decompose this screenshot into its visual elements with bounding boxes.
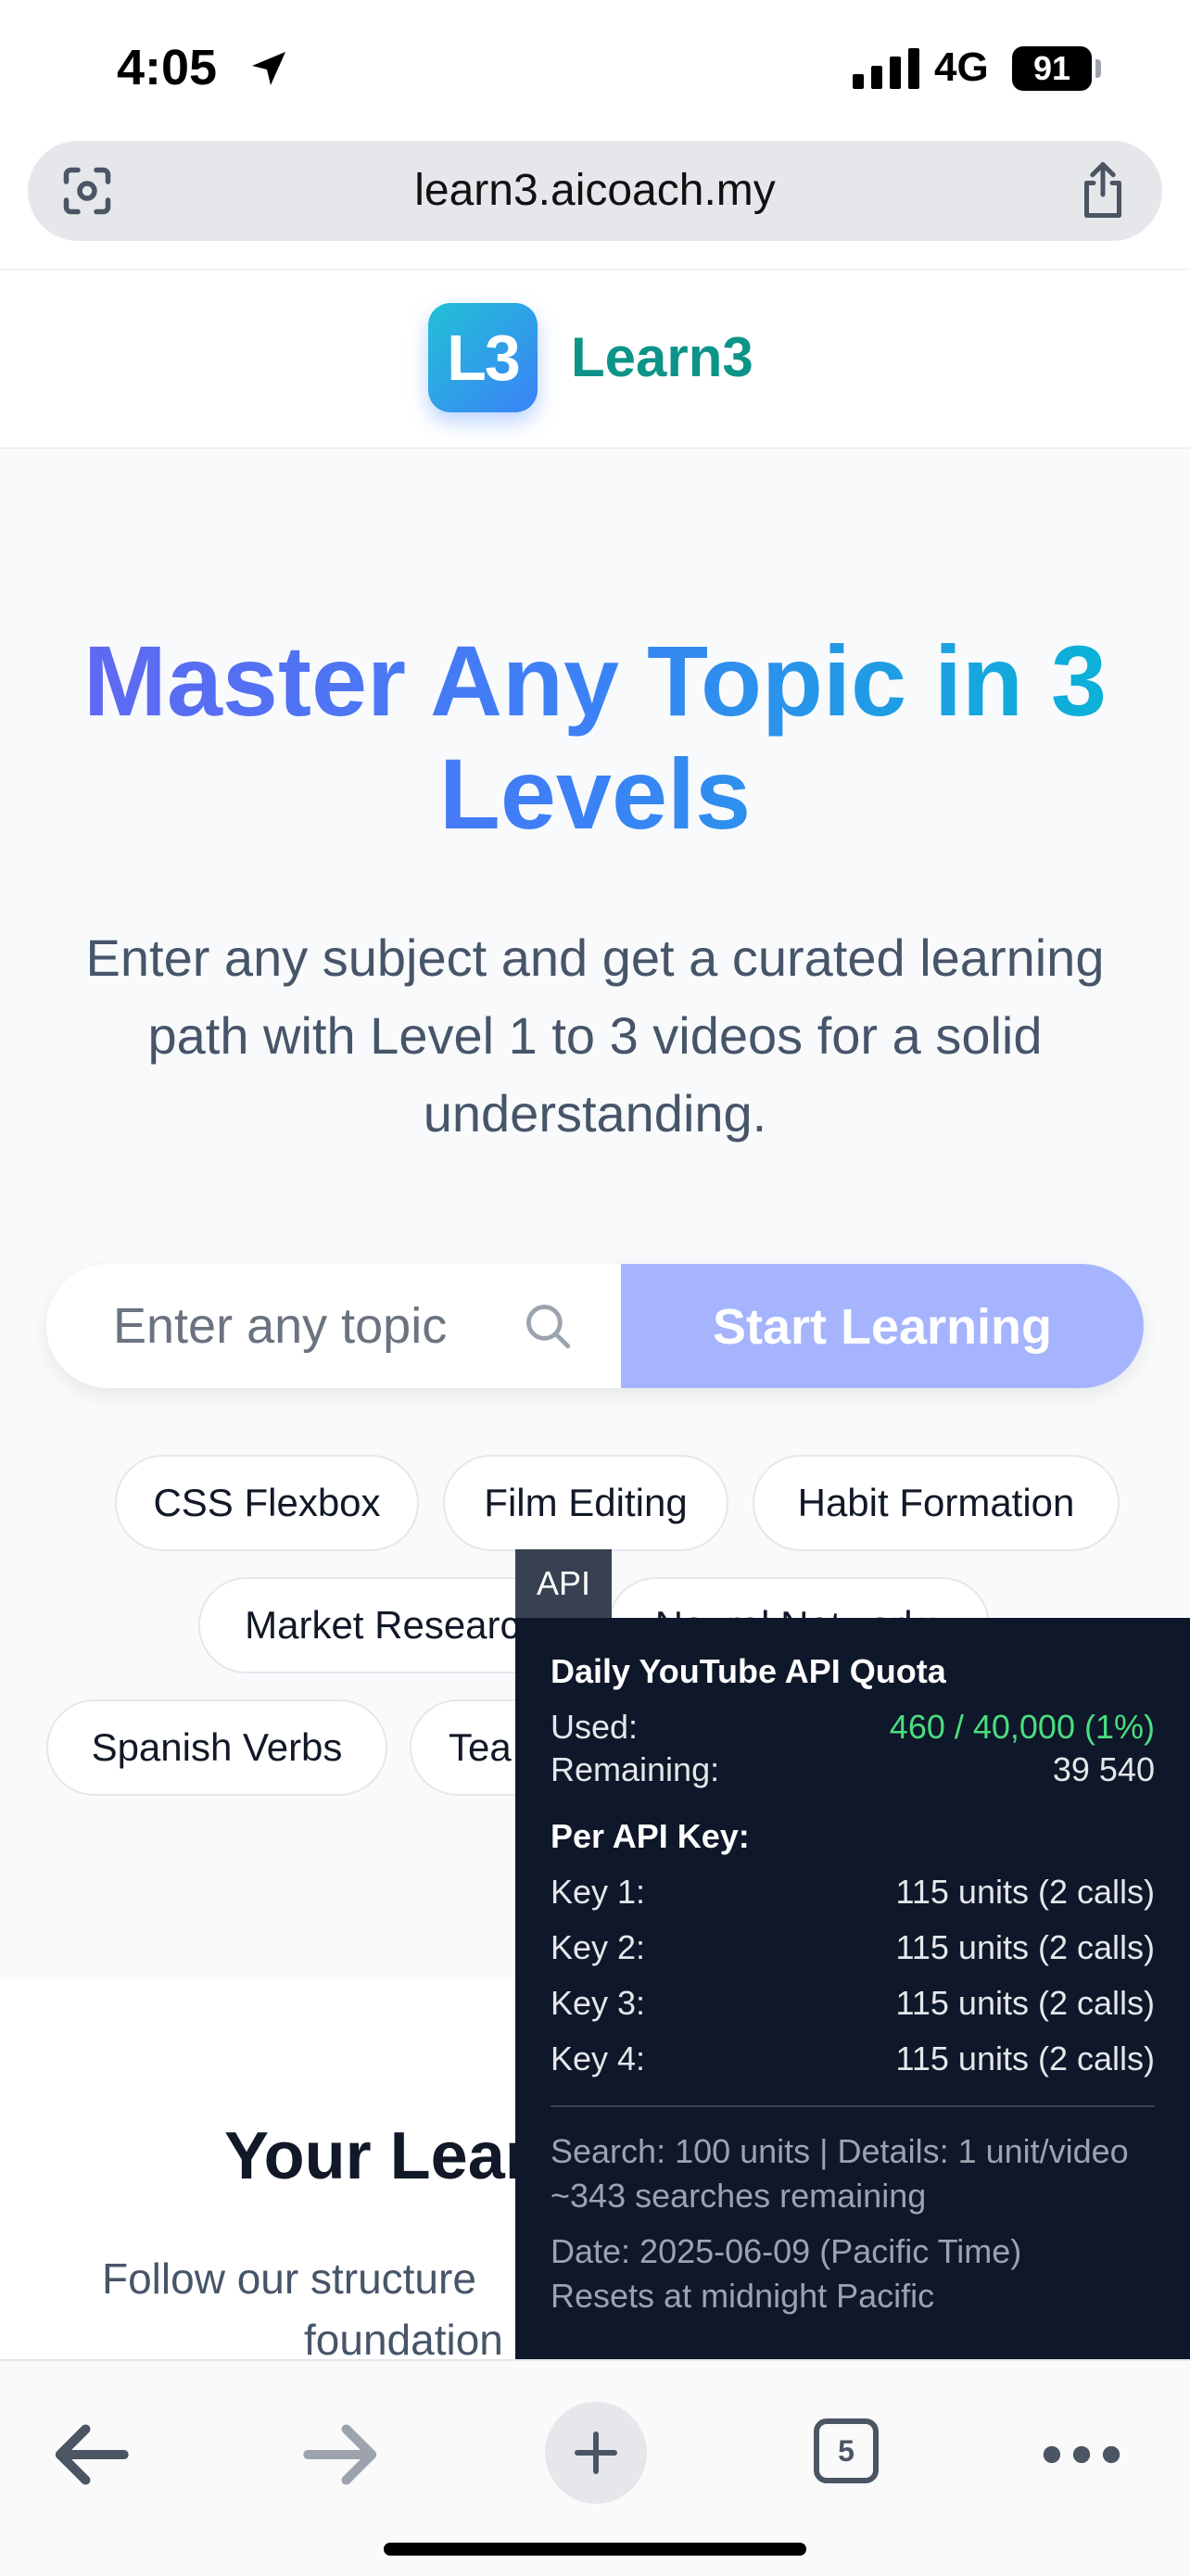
topic-chip[interactable]: CSS Flexbox [115, 1455, 419, 1551]
api-quota-toggle[interactable]: API [515, 1549, 612, 1618]
start-learning-button[interactable]: Start Learning [621, 1264, 1144, 1388]
api-quota-panel: Daily YouTube API Quota Used: 460 / 40,0… [515, 1618, 1190, 2359]
tabs-button[interactable]: 5 [814, 2418, 879, 2483]
brand-name[interactable]: Learn3 [571, 325, 753, 389]
reset-note: Resets at midnight Pacific [551, 2277, 935, 2315]
plus-icon [575, 2431, 617, 2474]
url-text[interactable]: learn3.aicoach.my [28, 165, 1162, 216]
status-bar: 4:05 4G 91 [0, 0, 1190, 139]
search-form: Start Learning [46, 1264, 1144, 1388]
remaining-label: Remaining: [551, 1750, 720, 1788]
address-bar[interactable]: learn3.aicoach.my [28, 141, 1162, 241]
used-label: Used: [551, 1708, 639, 1746]
topic-chip[interactable]: Habit Formation [753, 1455, 1120, 1551]
per-key-heading: Per API Key: [551, 1817, 750, 1855]
search-icon [526, 1305, 571, 1349]
signal-icon [853, 48, 919, 89]
topic-chip[interactable]: Film Editing [443, 1455, 728, 1551]
used-value: 460 / 40,000 (1%) [889, 1708, 1155, 1746]
remaining-value: 39 540 [1052, 1750, 1155, 1788]
quota-date: Date: 2025-06-09 (Pacific Time) [551, 2232, 1022, 2270]
battery-tip [1095, 59, 1101, 78]
battery-indicator: 91 [1012, 46, 1092, 91]
back-arrow-icon[interactable] [39, 2404, 141, 2506]
hero-title: Master Any Topic in 3 Levels [37, 625, 1153, 851]
home-indicator [384, 2543, 806, 2556]
more-icon[interactable] [1031, 2404, 1133, 2506]
new-tab-button[interactable] [545, 2402, 647, 2504]
forward-arrow-icon[interactable] [291, 2404, 393, 2506]
share-icon[interactable] [1075, 159, 1131, 221]
network-label: 4G [934, 44, 989, 90]
status-time: 4:05 [117, 40, 218, 95]
browser-toolbar: 5 [0, 2359, 1190, 2576]
quota-heading: Daily YouTube API Quota [551, 1652, 946, 1690]
quota-divider [551, 2105, 1155, 2107]
location-arrow-icon [252, 52, 285, 85]
searches-remaining: ~343 searches remaining [551, 2177, 927, 2215]
topic-chip[interactable]: Spanish Verbs [46, 1699, 387, 1796]
site-header: L3 Learn3 [0, 269, 1190, 449]
hero-subtitle: Enter any subject and get a curated lear… [85, 928, 1105, 1143]
cost-note: Search: 100 units | Details: 1 unit/vide… [551, 2132, 1129, 2170]
logo-mark[interactable]: L3 [428, 303, 538, 412]
